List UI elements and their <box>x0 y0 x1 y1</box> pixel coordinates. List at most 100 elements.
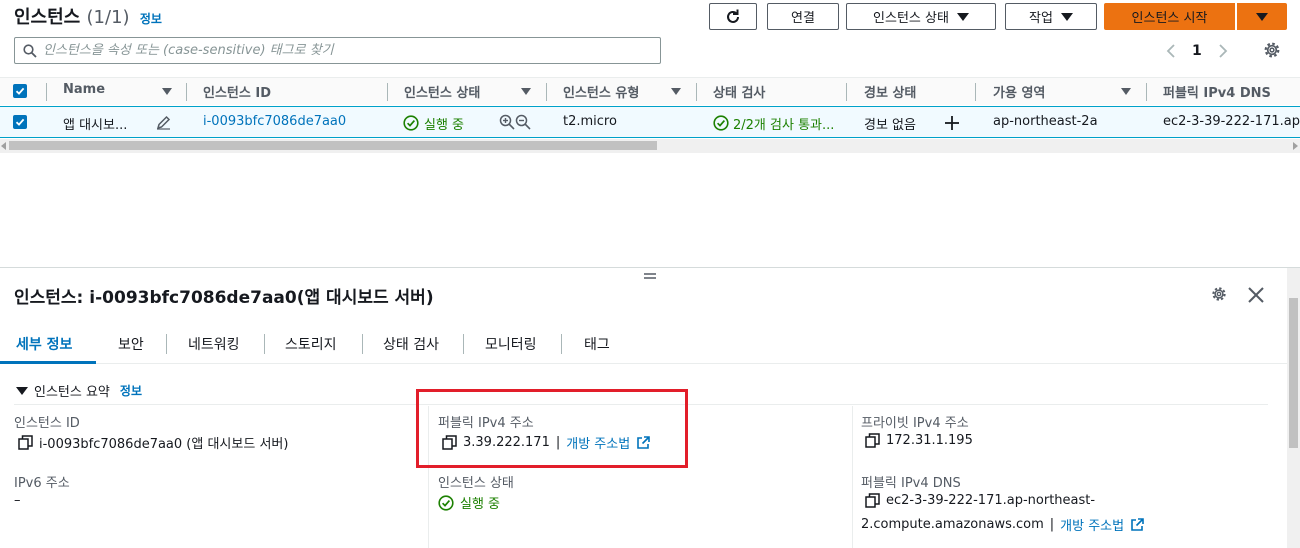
caret-down-icon <box>1060 12 1073 21</box>
tab-security[interactable]: 보안 <box>118 334 144 354</box>
refresh-button[interactable] <box>709 3 757 30</box>
instance-id-label: 인스턴스 ID <box>14 416 80 431</box>
tab-tags[interactable]: 태그 <box>584 334 610 354</box>
launch-instances-button[interactable]: 인스턴스 시작 <box>1104 3 1235 30</box>
scrollbar-thumb[interactable] <box>1289 298 1298 448</box>
scroll-right-arrow-icon[interactable] <box>1293 142 1298 150</box>
chevron-left-icon[interactable] <box>1166 44 1176 58</box>
horizontal-scrollbar[interactable] <box>0 139 1300 153</box>
pagination: 1 <box>1166 38 1228 64</box>
column-separator[interactable] <box>546 83 547 101</box>
panel-settings-gear-icon[interactable] <box>1210 285 1228 303</box>
instance-count: (1/1) <box>86 7 130 28</box>
settings-gear-icon[interactable] <box>1262 40 1282 60</box>
column-separator[interactable] <box>696 83 697 101</box>
collapse-triangle-icon[interactable] <box>16 386 28 395</box>
column-separator[interactable] <box>186 83 187 101</box>
refresh-icon <box>727 9 739 23</box>
tab-status-checks[interactable]: 상태 검사 <box>383 334 439 354</box>
scrollbar-thumb[interactable] <box>9 141 657 150</box>
edit-pencil-icon[interactable] <box>156 115 171 130</box>
tab-separator <box>463 334 464 354</box>
cell-instance-id-link[interactable]: i-0093bfc7086de7aa0 <box>203 114 346 129</box>
vertical-scrollbar[interactable] <box>1287 268 1300 548</box>
section-title: 인스턴스 요약 <box>34 385 110 400</box>
public-dns-field-line2: 2.compute.amazonaws.com | 개방 주소법 <box>861 515 1144 534</box>
sort-caret-icon[interactable] <box>162 88 172 95</box>
info-link[interactable]: 정보 <box>140 12 162 26</box>
column-separator[interactable] <box>846 83 847 101</box>
page-title-text: 인스턴스 <box>14 7 81 28</box>
column-header-public-dns[interactable]: 퍼블릭 IPv4 DNS <box>1163 82 1271 101</box>
cell-status-check: 2/2개 검사 통과... <box>733 118 835 133</box>
private-ipv4-value: 172.31.1.195 <box>886 433 973 448</box>
connect-label: 연결 <box>791 11 815 26</box>
column-separator[interactable] <box>387 83 388 101</box>
open-address-link[interactable]: 개방 주소법 <box>1060 515 1124 534</box>
success-check-icon <box>438 494 454 511</box>
row-checkbox[interactable] <box>13 115 27 129</box>
column-separator[interactable] <box>1146 83 1147 101</box>
column-header-instance-type[interactable]: 인스턴스 유형 <box>563 82 639 101</box>
checkmark-icon <box>15 87 25 95</box>
zoom-in-icon[interactable] <box>499 114 515 130</box>
active-tab-indicator <box>0 361 96 364</box>
instance-state-dropdown[interactable]: 인스턴스 상태 <box>846 3 996 30</box>
zoom-out-icon[interactable] <box>515 114 531 130</box>
column-header-name[interactable]: Name <box>63 82 105 97</box>
instance-state-value: 실행 중 <box>460 497 501 512</box>
success-check-icon <box>713 115 729 131</box>
drag-handle-icon[interactable] <box>644 272 656 280</box>
tab-storage[interactable]: 스토리지 <box>285 334 337 354</box>
column-header-status-check[interactable]: 상태 검사 <box>713 82 765 101</box>
table-header: Name 인스턴스 ID 인스턴스 상태 인스턴스 유형 상태 검사 경보 상태… <box>0 77 1300 105</box>
sort-caret-icon[interactable] <box>671 88 681 95</box>
launch-label: 인스턴스 시작 <box>1131 11 1208 26</box>
caret-down-icon <box>956 12 969 21</box>
connect-button[interactable]: 연결 <box>767 3 839 30</box>
tab-separator <box>362 334 363 354</box>
tab-separator <box>561 334 562 354</box>
checkmark-icon <box>15 118 25 126</box>
actions-dropdown[interactable]: 작업 <box>1005 3 1097 30</box>
private-ipv4-field: 172.31.1.195 <box>865 433 973 448</box>
sort-caret-icon[interactable] <box>1121 88 1131 95</box>
tab-details[interactable]: 세부 정보 <box>16 334 72 354</box>
search-bar[interactable] <box>14 37 661 64</box>
cell-alarm-status: 경보 없음 <box>864 118 916 133</box>
cell-instance-type: t2.micro <box>563 114 617 129</box>
tab-networking[interactable]: 네트워킹 <box>188 334 240 354</box>
ipv6-value: – <box>14 493 21 508</box>
close-icon[interactable] <box>1246 285 1266 305</box>
column-header-instance-state[interactable]: 인스턴스 상태 <box>404 82 480 101</box>
search-input[interactable] <box>43 43 643 58</box>
column-header-alarm-status[interactable]: 경보 상태 <box>864 82 916 101</box>
copy-icon[interactable] <box>865 493 880 508</box>
copy-icon[interactable] <box>18 435 33 450</box>
page-number[interactable]: 1 <box>1192 43 1202 59</box>
select-all-checkbox[interactable] <box>13 84 27 98</box>
external-link-icon[interactable] <box>1130 517 1144 532</box>
tab-separator <box>166 334 167 354</box>
section-info-link[interactable]: 정보 <box>120 382 142 399</box>
success-check-icon <box>403 115 419 131</box>
separator: | <box>1049 517 1055 532</box>
instances-header: 인스턴스 (1/1) 정보 연결 인스턴스 상태 작업 인스턴스 시작 <box>0 0 1300 34</box>
page-title: 인스턴스 (1/1) 정보 <box>14 3 162 29</box>
sort-caret-icon[interactable] <box>521 88 531 95</box>
instance-summary-header[interactable]: 인스턴스 요약 정보 <box>16 381 142 400</box>
scroll-left-arrow-icon[interactable] <box>1 142 6 150</box>
chevron-right-icon[interactable] <box>1218 44 1228 58</box>
copy-icon[interactable] <box>865 433 880 448</box>
instance-state-label: 인스턴스 상태 <box>873 11 949 26</box>
launch-options-dropdown[interactable] <box>1237 3 1287 30</box>
add-plus-icon[interactable] <box>944 115 960 131</box>
tab-monitoring[interactable]: 모니터링 <box>485 334 537 354</box>
column-header-instance-id[interactable]: 인스턴스 ID <box>203 82 271 101</box>
column-separator[interactable] <box>975 83 976 101</box>
public-dns-value-line2: 2.compute.amazonaws.com <box>861 517 1044 532</box>
table-row[interactable]: 앱 대시보... i-0093bfc7086de7aa0 실행 중 t2.mic… <box>0 106 1300 138</box>
public-dns-label: 퍼블릭 IPv4 DNS <box>861 476 961 491</box>
column-header-availability-zone[interactable]: 가용 영역 <box>993 82 1045 101</box>
cell-name: 앱 대시보... <box>63 118 128 133</box>
